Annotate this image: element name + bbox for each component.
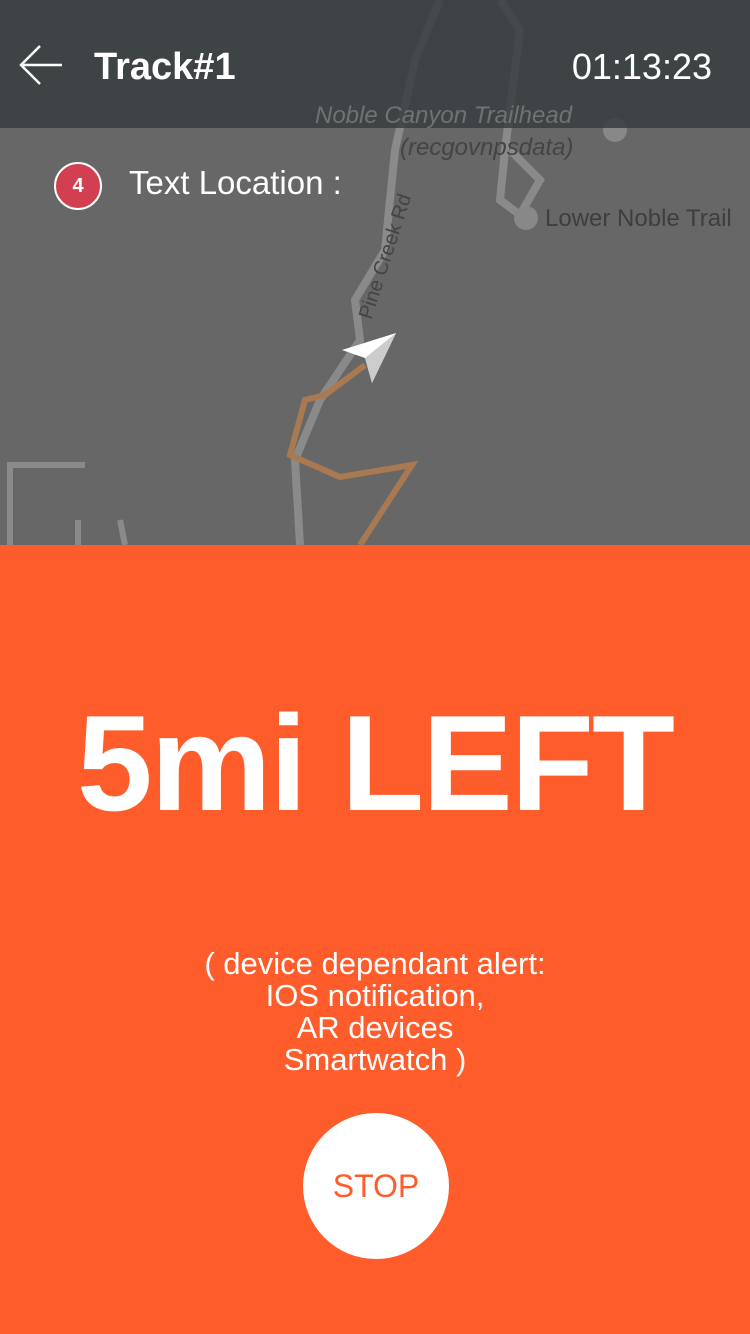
distance-left-headline: 5mi LEFT xyxy=(76,687,675,839)
map-label-trail: Lower Noble Trail xyxy=(545,205,732,232)
map-label-source: (recgovnpsdata) xyxy=(400,134,574,161)
arrow-left-icon xyxy=(19,45,62,85)
track-path xyxy=(286,362,419,545)
map-label-trailhead: Noble Canyon Trailhead xyxy=(315,102,573,129)
stop-button[interactable]: STOP xyxy=(303,1113,449,1259)
alert-note-line: IOS notification, xyxy=(265,978,485,1013)
text-location-label: Text Location : xyxy=(129,164,342,201)
back-button[interactable] xyxy=(18,42,64,88)
hiker-icon xyxy=(514,206,538,230)
location-count-badge: 4 xyxy=(54,162,102,210)
elapsed-timer: 01:13:23 xyxy=(571,46,712,87)
alert-note-line: Smartwatch ) xyxy=(283,1042,467,1077)
alert-note-line: ( device dependant alert: xyxy=(204,946,546,981)
page-title: Track#1 xyxy=(94,46,236,88)
alert-panel: 5mi LEFT ( device dependant alert: IOS n… xyxy=(0,545,750,1334)
alert-note: ( device dependant alert: IOS notificati… xyxy=(0,948,750,1076)
alert-note-line: AR devices xyxy=(296,1010,454,1045)
